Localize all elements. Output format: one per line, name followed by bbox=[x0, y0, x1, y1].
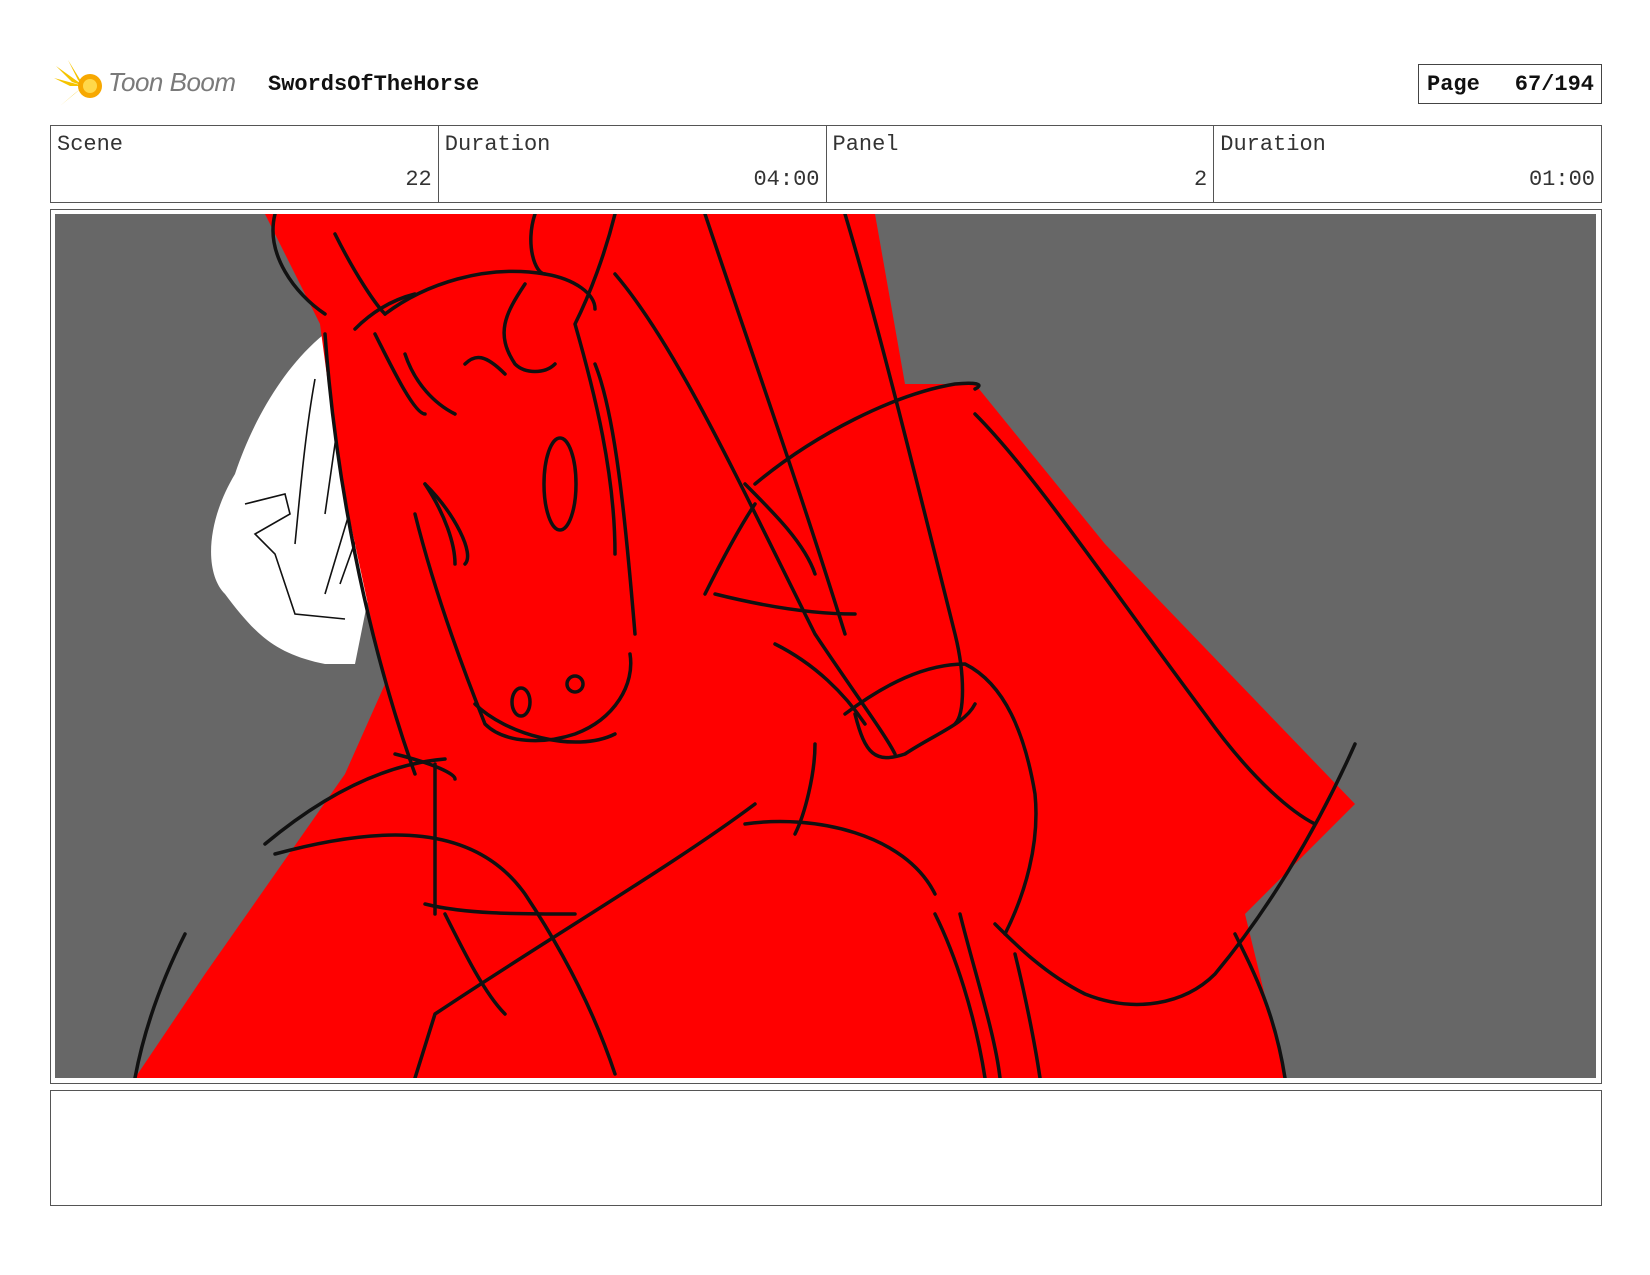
panel-duration-value: 01:00 bbox=[1528, 167, 1595, 192]
panel-cell: Panel 2 bbox=[827, 126, 1215, 202]
scene-value: 22 bbox=[405, 167, 432, 192]
panel-duration-label: Duration bbox=[1220, 132, 1326, 157]
project-title: SwordsOfTheHorse bbox=[268, 72, 480, 97]
scene-label: Scene bbox=[57, 132, 124, 157]
scene-duration-value: 04:00 bbox=[753, 167, 820, 192]
scene-duration-label: Duration bbox=[444, 132, 551, 157]
panel-label: Panel bbox=[832, 132, 899, 157]
page-label: Page bbox=[1427, 72, 1480, 97]
toon-boom-logo-icon bbox=[54, 60, 102, 110]
scene-duration-cell: Duration 04:00 bbox=[439, 126, 827, 202]
panel-value: 2 bbox=[1194, 167, 1208, 192]
scene-info-table: Scene 22 Duration 04:00 Panel 2 Duration… bbox=[50, 125, 1602, 203]
page-indicator: Page 67/194 bbox=[1418, 64, 1602, 104]
panel-artwork bbox=[55, 214, 1596, 1078]
horse-sketch-drawing bbox=[133, 214, 1357, 1078]
panel-frame bbox=[50, 209, 1602, 1084]
logo-text: Toon Boom bbox=[108, 67, 236, 97]
storyboard-header: Toon Boom SwordsOfTheHorse Page 67/194 bbox=[50, 52, 1602, 122]
panel-duration-cell: Duration 01:00 bbox=[1214, 126, 1601, 202]
page-number: 67/194 bbox=[1514, 72, 1594, 97]
scene-cell: Scene 22 bbox=[51, 126, 439, 202]
panel-notes-box[interactable] bbox=[50, 1090, 1602, 1206]
